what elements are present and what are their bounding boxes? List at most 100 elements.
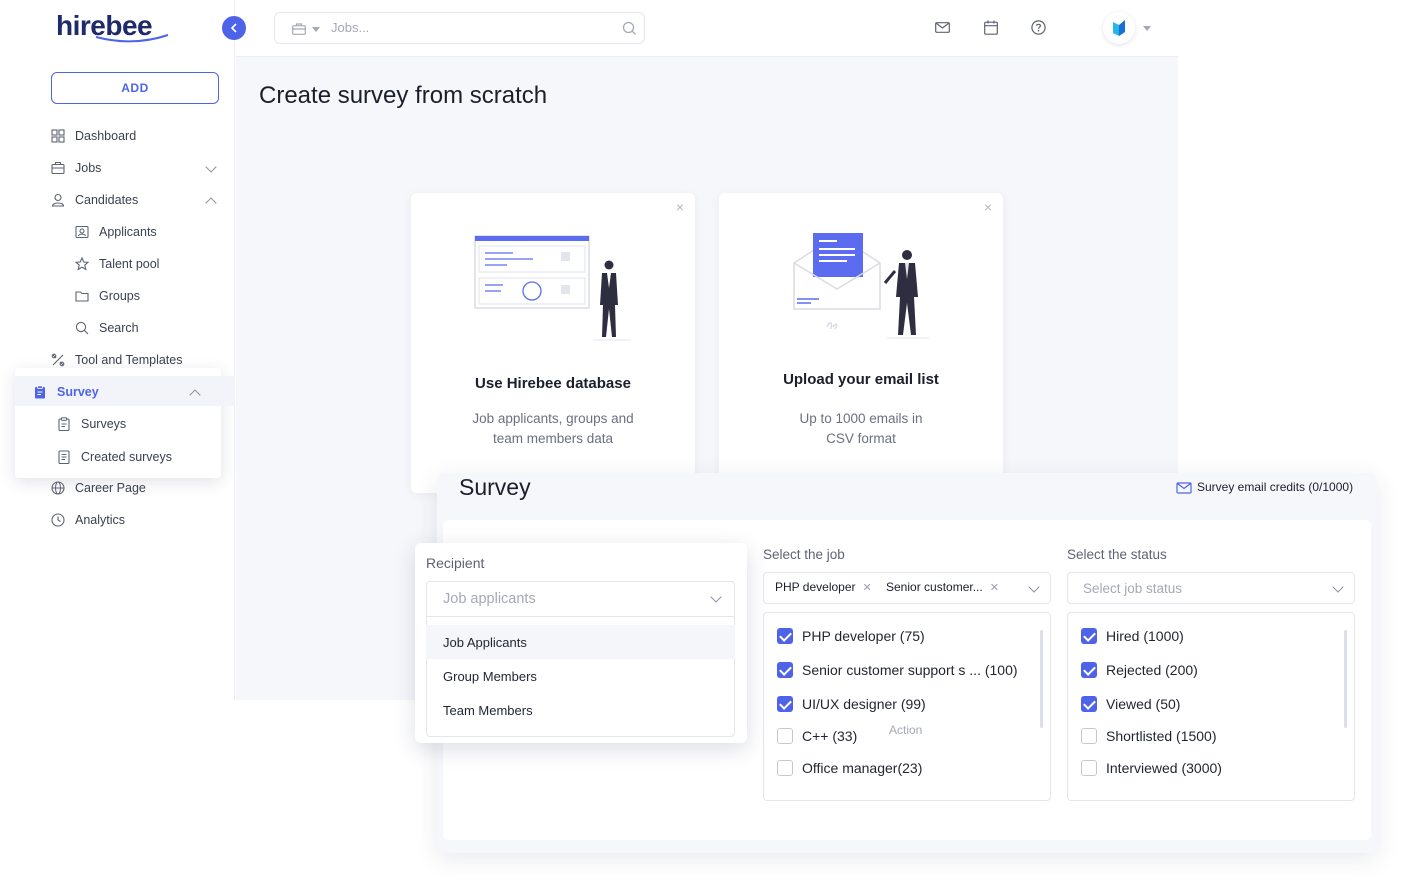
chevron-down-icon[interactable] xyxy=(1332,581,1344,593)
sidebar-item-applicants[interactable]: Applicants xyxy=(75,216,219,248)
sidebar-item-survey[interactable]: Survey xyxy=(33,376,203,408)
recipient-option[interactable]: Group Members xyxy=(426,659,735,693)
job-list-scrollbar[interactable] xyxy=(1040,630,1043,728)
recipient-dropdown: Recipient Job applicants Job Applicants … xyxy=(415,543,747,743)
folder-icon xyxy=(75,291,89,302)
option-label: Rejected (200) xyxy=(1106,662,1198,678)
option-label: Senior customer support s ... (100) xyxy=(802,662,1018,678)
close-icon[interactable]: × xyxy=(984,199,992,215)
avatar[interactable] xyxy=(1103,12,1135,44)
recipient-placeholder: Job applicants xyxy=(443,591,536,607)
add-button[interactable]: ADD xyxy=(51,72,219,104)
option-label: Office manager(23) xyxy=(802,760,923,776)
status-option[interactable]: Rejected (200) xyxy=(1081,660,1198,680)
close-icon[interactable]: × xyxy=(676,199,684,215)
id-card-icon xyxy=(75,225,89,239)
clock-icon xyxy=(51,513,65,527)
sidebar-item-groups[interactable]: Groups xyxy=(75,280,219,312)
survey-email-credits: Survey email credits (0/1000) xyxy=(1176,480,1353,494)
sidebar-item-search[interactable]: Search xyxy=(75,312,219,344)
job-option[interactable]: UI/UX designer (99) xyxy=(777,694,926,714)
checkbox[interactable] xyxy=(777,728,793,744)
sidebar-item-talent-pool[interactable]: Talent pool xyxy=(75,248,219,280)
chevron-down-icon[interactable] xyxy=(710,591,722,603)
caret-down-icon[interactable] xyxy=(312,27,320,32)
clipboard-icon xyxy=(35,385,45,399)
recipient-option[interactable]: Team Members xyxy=(426,693,735,727)
search-box[interactable] xyxy=(274,12,645,44)
option-label: Job Applicants xyxy=(443,634,527,650)
checkbox[interactable] xyxy=(1081,662,1097,678)
checkbox[interactable] xyxy=(1081,628,1097,644)
option-label: UI/UX designer (99) xyxy=(802,696,926,712)
caret-down-icon[interactable] xyxy=(1143,26,1151,31)
envelope-illustration xyxy=(793,233,929,339)
job-option[interactable]: Office manager(23) xyxy=(777,758,922,778)
option-label: Hired (1000) xyxy=(1106,628,1184,644)
checkbox[interactable] xyxy=(777,628,793,644)
divider xyxy=(427,616,734,617)
recipient-label: Recipient xyxy=(426,555,485,571)
status-list-scrollbar[interactable] xyxy=(1344,630,1347,728)
status-option[interactable]: Hired (1000) xyxy=(1081,626,1184,646)
status-select[interactable]: Select job status xyxy=(1067,572,1355,604)
sidebar-item-label: Groups xyxy=(99,289,140,303)
search-icon xyxy=(75,321,89,335)
option-label: Group Members xyxy=(443,668,537,684)
job-option[interactable]: Senior customer support s ... (100) xyxy=(777,660,1018,680)
search-icon[interactable] xyxy=(622,21,637,36)
card-subtitle: team members data xyxy=(492,431,614,446)
checkbox[interactable] xyxy=(1081,696,1097,712)
document-icon xyxy=(58,450,70,464)
page-title: Create survey from scratch xyxy=(259,82,548,109)
survey-title: Survey xyxy=(459,474,531,500)
sidebar-item-label: Applicants xyxy=(99,225,157,239)
job-select[interactable]: PHP developer ✕ Senior customer... ✕ xyxy=(763,572,1051,604)
clipboard-icon xyxy=(58,417,70,431)
remove-tag-icon[interactable]: ✕ xyxy=(863,581,872,594)
help-icon[interactable] xyxy=(1031,20,1046,35)
collapse-sidebar-button[interactable] xyxy=(222,16,246,40)
sidebar-item-candidates[interactable]: Candidates xyxy=(51,184,219,216)
job-tag[interactable]: PHP developer ✕ xyxy=(775,580,872,594)
sidebar-item-label: Candidates xyxy=(75,193,139,207)
card-subtitle: CSV format xyxy=(826,431,896,446)
option-label: Interviewed (3000) xyxy=(1106,760,1222,776)
checkbox[interactable] xyxy=(777,662,793,678)
sidebar-item-career-page[interactable]: Career Page xyxy=(51,472,219,504)
sidebar-item-label: Career Page xyxy=(75,481,146,495)
chevron-down-icon xyxy=(205,161,217,173)
chevron-up-icon xyxy=(205,197,217,209)
grid-icon xyxy=(51,129,65,143)
card-subtitle: Job applicants, groups and xyxy=(472,411,634,426)
checkbox[interactable] xyxy=(1081,728,1097,744)
checkbox[interactable] xyxy=(1081,760,1097,776)
job-option[interactable]: PHP developer (75) xyxy=(777,626,925,646)
option-label: Team Members xyxy=(443,702,533,718)
recipient-option[interactable]: Job Applicants xyxy=(426,625,735,659)
upload-email-list-card[interactable]: × Upload your email list Up to 1000 emai… xyxy=(719,193,1003,493)
search-input[interactable] xyxy=(331,20,601,35)
job-tag[interactable]: Senior customer... ✕ xyxy=(886,580,999,594)
sidebar-item-label: Created surveys xyxy=(81,450,173,464)
sidebar-item-dashboard[interactable]: Dashboard xyxy=(51,120,219,152)
briefcase-icon xyxy=(292,23,306,35)
sidebar-item-surveys[interactable]: Surveys xyxy=(57,408,207,440)
option-label: C++ (33) xyxy=(802,728,858,744)
sidebar-item-jobs[interactable]: Jobs xyxy=(51,152,219,184)
checkbox[interactable] xyxy=(777,696,793,712)
chevron-down-icon[interactable] xyxy=(1028,581,1040,593)
job-option[interactable]: C++ (33) xyxy=(777,726,857,746)
remove-tag-icon[interactable]: ✕ xyxy=(990,581,999,594)
logo-swoosh-icon xyxy=(95,34,169,43)
use-database-card[interactable]: × Use Hirebee database Job applicants, g… xyxy=(411,193,695,493)
mail-icon[interactable] xyxy=(935,21,950,34)
globe-icon xyxy=(51,481,65,495)
sidebar-item-created-surveys[interactable]: Created surveys xyxy=(57,441,207,473)
checkbox[interactable] xyxy=(777,760,793,776)
status-option[interactable]: Interviewed (3000) xyxy=(1081,758,1222,778)
status-option[interactable]: Viewed (50) xyxy=(1081,694,1180,714)
sidebar-item-analytics[interactable]: Analytics xyxy=(51,504,219,536)
calendar-icon[interactable] xyxy=(984,20,998,35)
status-option[interactable]: Shortlisted (1500) xyxy=(1081,726,1217,746)
